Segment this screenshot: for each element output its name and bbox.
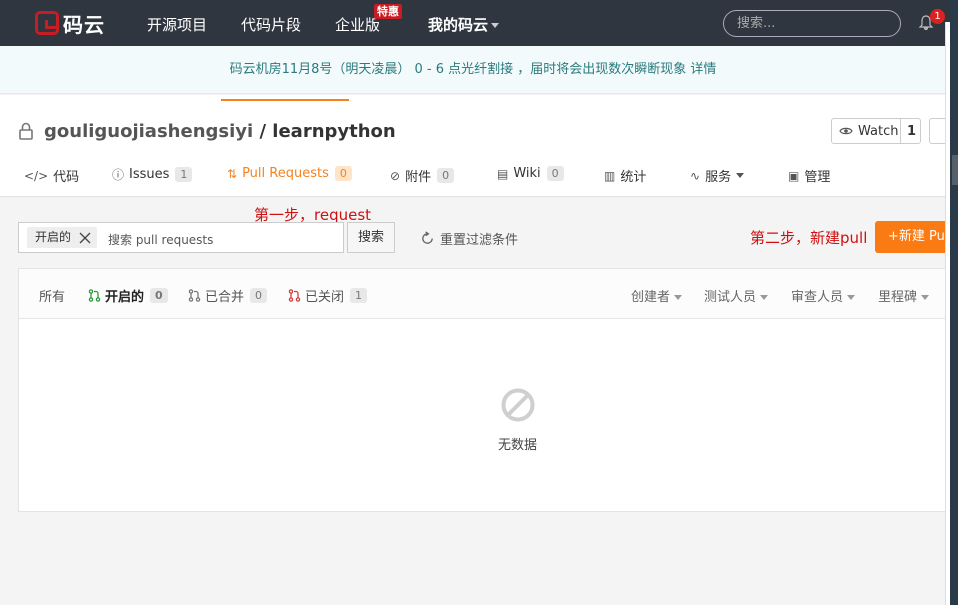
filter-chip-open[interactable]: 开启的 — [27, 227, 98, 248]
repo-tabs: </> 代码 ⓘ Issues 1 ⇅ Pull Requests 0 ⊘ 附件 0 ▤ Wik… — [0, 160, 946, 197]
repo-name-link[interactable]: learnpython — [272, 121, 395, 142]
tab-stats[interactable]: ▥ 统计 — [604, 166, 647, 186]
tab-label: 统计 — [620, 170, 647, 185]
filter-milestone[interactable]: 里程碑 — [878, 286, 930, 305]
state-count: 1 — [350, 288, 368, 303]
filter-label: 测试人员 — [704, 290, 757, 305]
nav-snippets[interactable]: 代码片段 — [241, 14, 301, 35]
watch-button[interactable]: Watch 1 — [831, 118, 921, 144]
tab-count: 0 — [546, 166, 564, 181]
logo[interactable]: 码云 — [35, 10, 105, 37]
tab-label: 服务 — [705, 170, 732, 185]
chevron-down-icon — [760, 295, 769, 300]
reset-filters-label: 重置过滤条件 — [440, 233, 519, 248]
tab-label: 附件 — [405, 170, 432, 185]
tab-label: Wiki — [513, 166, 541, 181]
tab-count: 1 — [175, 167, 193, 182]
state-merged[interactable]: 已合并 0 — [188, 286, 268, 305]
repo-separator: / — [253, 121, 273, 142]
state-count: 0 — [150, 288, 168, 303]
filter-tester[interactable]: 测试人员 — [704, 286, 769, 305]
empty-state-text: 无数据 — [497, 438, 537, 453]
state-label: 已合并 — [205, 290, 245, 305]
tab-services[interactable]: ∿ 服务 — [690, 166, 745, 185]
logo-text: 码云 — [63, 12, 105, 37]
book-icon: ▤ — [497, 166, 509, 181]
filter-placeholder: 搜索 pull requests — [108, 233, 214, 247]
info-icon: ⓘ — [112, 168, 125, 182]
announcement-bar[interactable]: 码云机房11月8号（明天凌晨） 0 - 6 点光纤割接 ，届时将会出现数次瞬断现… — [0, 46, 946, 94]
pulse-icon: ∿ — [690, 168, 701, 183]
tab-pull-requests[interactable]: ⇅ Pull Requests 0 — [227, 166, 352, 181]
tab-manage[interactable]: ▣ 管理 — [788, 166, 831, 186]
code-icon: </> — [24, 168, 49, 183]
closed-pr-icon — [288, 289, 301, 302]
reset-filters-link[interactable]: 重置过滤条件 — [420, 229, 518, 248]
tab-label: Issues — [129, 167, 170, 182]
paperclip-icon: ⊘ — [390, 168, 401, 183]
active-tab-indicator — [221, 99, 349, 101]
nav-open-source[interactable]: 开源项目 — [147, 14, 207, 35]
chevron-down-icon — [674, 295, 683, 300]
list-header: 所有 开启的 0 已合并 0 已关闭 1 创建者 测试人员 审查人员 里程碑 — [19, 269, 950, 319]
repo-header: gouliguojiashengsiyi / learnpython Watch… — [0, 95, 949, 197]
tab-label: 代码 — [53, 170, 80, 185]
repo-owner-link[interactable]: gouliguojiashengsiyi — [44, 121, 253, 142]
nav-my-gitee-label: 我的码云 — [428, 16, 489, 34]
no-data-icon — [501, 388, 535, 422]
chevron-down-icon — [921, 295, 930, 300]
new-pull-request-button[interactable]: +新建 Pull — [875, 221, 951, 253]
close-icon[interactable] — [79, 232, 91, 244]
watch-divider — [900, 119, 901, 143]
pull-request-icon: ⇅ — [227, 166, 238, 181]
tab-count: 0 — [437, 168, 455, 183]
state-label: 开启的 — [105, 290, 145, 305]
global-search-input[interactable]: 搜索... — [723, 10, 901, 37]
chevron-down-icon — [847, 295, 856, 300]
bar-chart-icon: ▥ — [604, 168, 616, 183]
filter-label: 创建者 — [631, 290, 671, 305]
filter-label: 审查人员 — [791, 290, 844, 305]
tab-label: Pull Requests — [242, 166, 329, 181]
state-count: 0 — [250, 288, 268, 303]
repo-title: gouliguojiashengsiyi / learnpython — [44, 121, 396, 142]
tab-wiki[interactable]: ▤ Wiki 0 — [497, 166, 564, 181]
notification-count: 1 — [930, 9, 945, 24]
chevron-down-icon — [736, 173, 745, 178]
pull-request-list: 所有 开启的 0 已合并 0 已关闭 1 创建者 测试人员 审查人员 里程碑 无数据 — [18, 268, 951, 512]
state-label: 已关闭 — [305, 290, 345, 305]
watch-count: 1 — [907, 124, 917, 139]
state-closed[interactable]: 已关闭 1 — [288, 286, 368, 305]
chevron-down-icon — [491, 23, 500, 28]
state-label: 所有 — [39, 290, 66, 305]
window-edge — [950, 0, 958, 605]
merge-icon — [188, 289, 201, 302]
annotation-step-two: 第二步，新建pull — [750, 229, 868, 247]
search-button[interactable]: 搜索 — [347, 222, 395, 253]
tab-issues[interactable]: ⓘ Issues 1 — [112, 166, 193, 183]
filter-author[interactable]: 创建者 — [631, 286, 683, 305]
state-all[interactable]: 所有 — [39, 286, 65, 305]
logo-icon — [35, 11, 59, 35]
tab-code[interactable]: </> 代码 — [24, 166, 80, 186]
filter-reviewer[interactable]: 审查人员 — [791, 286, 856, 305]
pr-filter-input[interactable]: 开启的 搜索 pull requests — [18, 222, 344, 253]
top-navbar: 码云 开源项目 代码片段 企业版 特惠 我的码云 搜索... 1 — [0, 0, 950, 46]
filter-label: 里程碑 — [878, 290, 918, 305]
tab-count: 0 — [334, 166, 352, 181]
state-open[interactable]: 开启的 0 — [88, 286, 168, 305]
watch-label: Watch — [858, 124, 899, 139]
tab-label: 管理 — [804, 170, 831, 185]
tab-attachments[interactable]: ⊘ 附件 0 — [390, 166, 455, 185]
settings-doc-icon: ▣ — [788, 168, 800, 183]
filter-chip-label: 开启的 — [35, 230, 72, 244]
promo-badge: 特惠 — [374, 4, 402, 19]
nav-my-gitee[interactable]: 我的码云 — [428, 14, 500, 35]
eye-icon — [839, 127, 853, 135]
scrollbar-thumb[interactable] — [952, 155, 958, 185]
lock-icon — [19, 122, 33, 140]
pull-request-icon — [88, 289, 101, 302]
refresh-icon — [422, 231, 433, 244]
